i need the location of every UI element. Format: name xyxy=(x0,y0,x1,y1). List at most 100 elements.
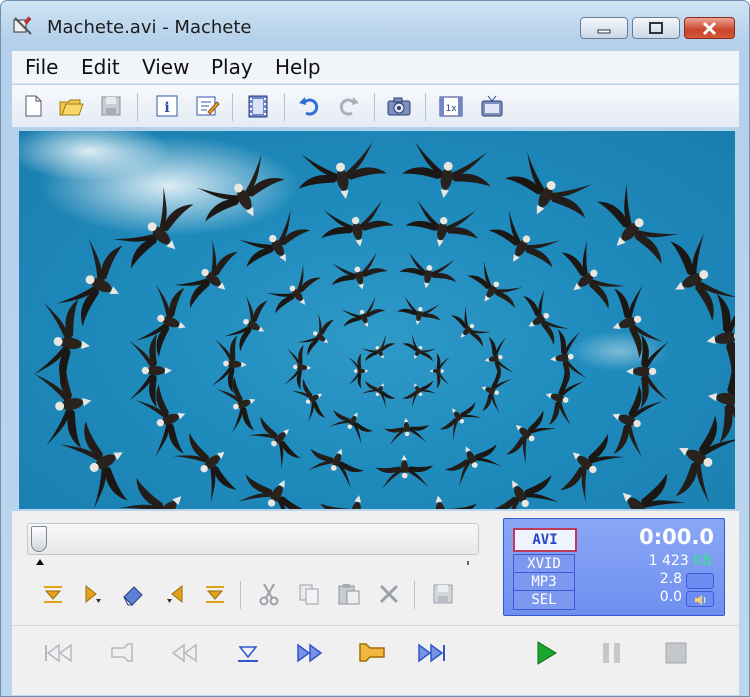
redo-icon xyxy=(339,97,359,116)
eagle xyxy=(497,403,560,469)
minimize-button[interactable] xyxy=(580,17,628,39)
svg-text:1x: 1x xyxy=(445,104,457,114)
info-button[interactable]: i xyxy=(154,93,180,119)
pause-button[interactable] xyxy=(596,639,628,667)
video-size-number: 1 423 xyxy=(648,553,689,569)
eagle xyxy=(292,140,391,207)
eagle xyxy=(549,234,630,319)
snapshot-button[interactable] xyxy=(386,93,412,119)
eagle xyxy=(397,250,461,294)
previous-mark-button[interactable] xyxy=(106,639,138,667)
cut-button[interactable] xyxy=(256,581,282,607)
snapshot-camera-icon xyxy=(387,97,411,116)
eagle xyxy=(701,351,735,448)
selection-value: 0.0 xyxy=(659,589,682,605)
fast-forward-button[interactable] xyxy=(294,639,326,667)
audio-indicator xyxy=(686,573,714,589)
eagle xyxy=(244,408,309,474)
seek-bar[interactable] xyxy=(27,523,479,555)
mark-out-button[interactable] xyxy=(162,581,188,607)
menu-edit[interactable]: Edit xyxy=(81,55,120,79)
edit-tags-button[interactable] xyxy=(194,93,220,119)
previous-mark-icon xyxy=(111,643,133,662)
actual-size-button[interactable]: 1x xyxy=(438,93,464,119)
selection-end-icon xyxy=(206,586,224,603)
eagle xyxy=(599,379,665,464)
video-display[interactable] xyxy=(19,131,735,509)
eagle xyxy=(434,394,486,443)
volume-button[interactable] xyxy=(686,591,714,607)
edit-tags-icon xyxy=(196,96,220,116)
delete-button[interactable] xyxy=(376,581,402,607)
open-button[interactable] xyxy=(58,93,84,119)
stop-button[interactable] xyxy=(660,639,692,667)
eagle xyxy=(429,353,450,389)
eagle xyxy=(221,290,278,357)
mark-out-icon xyxy=(167,584,183,604)
seek-thumb[interactable] xyxy=(31,526,47,552)
title-bar[interactable]: Machete.avi - Machete xyxy=(1,1,749,45)
close-button[interactable] xyxy=(684,17,735,39)
eagle xyxy=(537,366,586,432)
new-file-icon xyxy=(25,95,42,117)
eagle xyxy=(395,295,445,330)
film-button[interactable] xyxy=(245,93,271,119)
speaker-icon xyxy=(695,595,706,605)
menu-help[interactable]: Help xyxy=(275,55,321,79)
mark-in-button[interactable] xyxy=(80,581,106,607)
go-to-mark-button[interactable] xyxy=(232,639,264,667)
save-selection-icon xyxy=(433,584,453,604)
eagle xyxy=(402,198,483,254)
next-mark-icon xyxy=(359,643,385,662)
rewind-icon xyxy=(171,643,197,663)
set-selection-start-button[interactable] xyxy=(40,581,66,607)
rewind-button[interactable] xyxy=(168,639,200,667)
go-to-end-button[interactable] xyxy=(416,639,448,667)
save-button[interactable] xyxy=(98,93,124,119)
eagle xyxy=(591,460,692,509)
eagle xyxy=(129,333,172,408)
toolbar-separator xyxy=(284,93,285,121)
redo-button[interactable] xyxy=(336,93,362,119)
new-button[interactable] xyxy=(20,93,46,119)
play-button[interactable] xyxy=(530,639,562,667)
main-window: Machete.avi - Machete File Edit View Pla… xyxy=(0,0,750,697)
media-info-panel: AVI 0:00.0 XVID 1 423 KB MP3 2.8 SEL 0.0 xyxy=(503,518,725,616)
edit-separator xyxy=(414,581,415,609)
tv-icon xyxy=(481,95,503,117)
paste-button[interactable] xyxy=(336,581,362,607)
menu-file[interactable]: File xyxy=(25,55,58,79)
edit-separator xyxy=(240,581,241,609)
eagle xyxy=(302,437,369,491)
copy-button[interactable] xyxy=(296,581,322,607)
save-selection-button[interactable] xyxy=(430,581,456,607)
eraser-button[interactable] xyxy=(120,581,146,607)
copy-icon xyxy=(299,584,319,605)
window-title: Machete.avi - Machete xyxy=(47,17,252,38)
toolbar-separator xyxy=(232,93,233,121)
eagle xyxy=(113,464,214,509)
eagle xyxy=(315,488,396,509)
save-icon xyxy=(101,96,121,116)
eagle xyxy=(52,230,139,335)
set-selection-end-button[interactable] xyxy=(202,581,228,607)
menu-play[interactable]: Play xyxy=(211,55,253,79)
eagle xyxy=(337,294,389,336)
next-mark-button[interactable] xyxy=(356,639,388,667)
go-to-start-button[interactable] xyxy=(42,639,74,667)
stop-icon xyxy=(665,642,687,664)
toolbar: i 1x xyxy=(12,85,739,127)
eagle xyxy=(288,374,334,426)
machete-app-icon xyxy=(13,16,32,35)
eagle xyxy=(168,423,249,508)
eagle xyxy=(399,140,496,205)
cut-icon xyxy=(259,583,279,606)
close-icon xyxy=(702,21,717,36)
menu-view[interactable]: View xyxy=(142,55,189,79)
fast-forward-icon xyxy=(297,643,323,663)
menu-bar: File Edit View Play Help xyxy=(12,51,739,84)
tv-button[interactable] xyxy=(479,93,505,119)
video-size-unit: KB xyxy=(693,553,712,569)
undo-button[interactable] xyxy=(296,93,322,119)
maximize-button[interactable] xyxy=(632,17,680,39)
